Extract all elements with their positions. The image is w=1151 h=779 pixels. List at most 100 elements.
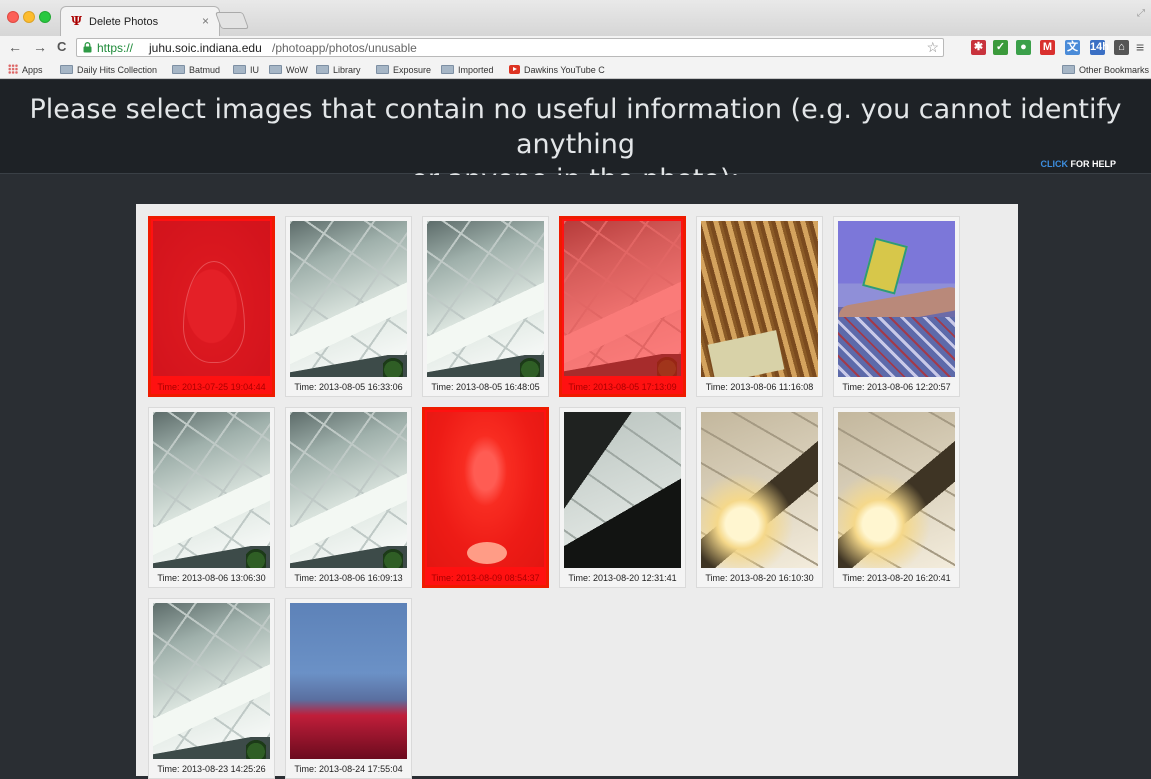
plant <box>383 544 403 568</box>
photo-grid-panel: Time: 2013-07-25 19:04:44 Time: 2013-08-0… <box>136 204 1018 779</box>
chrome-menu-icon[interactable]: ≡ <box>1136 38 1144 56</box>
photo-timestamp: Time: 2013-08-20 16:20:41 <box>842 573 951 583</box>
fullscreen-icon[interactable]: ⤢ <box>1137 8 1145 19</box>
page-header: Please select images that contain no use… <box>0 80 1151 195</box>
photo-thumbnail[interactable]: Time: 2013-08-06 12:20:57 <box>833 216 960 397</box>
bank-icon[interactable]: ⌂ <box>1114 40 1129 55</box>
photo-thumbnail[interactable]: Time: 2013-08-06 11:16:08 <box>696 216 823 397</box>
photo-thumbnail[interactable]: Time: 2013-08-09 08:54:37 <box>422 407 549 588</box>
photo-thumbnail[interactable]: Time: 2013-08-24 17:55:04 <box>285 598 412 779</box>
bookmark-batmud[interactable]: Batmud <box>172 63 220 77</box>
photo-image <box>153 221 270 376</box>
photo-timestamp: Time: 2013-08-06 12:20:57 <box>842 382 951 392</box>
paper <box>707 330 785 377</box>
plant <box>246 544 266 568</box>
bookmark-star-icon[interactable]: ☆ <box>926 39 939 56</box>
photo-timestamp: Time: 2013-08-24 17:55:04 <box>294 764 403 774</box>
photo-image <box>838 221 955 377</box>
back-button[interactable]: ← <box>8 38 22 56</box>
lock-icon <box>83 42 92 53</box>
window-close-button[interactable] <box>7 11 19 23</box>
photo-timestamp: Time: 2013-08-05 16:33:06 <box>294 382 403 392</box>
gmail-icon[interactable]: M <box>1040 40 1055 55</box>
url-path: /photoapp/photos/unusable <box>272 41 417 55</box>
url-host: juhu.soic.indiana.edu <box>149 41 262 55</box>
folder-icon <box>269 65 282 74</box>
photo-image <box>290 412 407 568</box>
photo-image <box>564 412 681 568</box>
photo-timestamp: Time: 2013-08-20 12:31:41 <box>568 573 677 583</box>
photo-thumbnail[interactable]: Time: 2013-08-06 13:06:30 <box>148 407 275 588</box>
bookmarks-bar: Apps Daily Hits Collection Batmud IU WoW… <box>0 60 1151 79</box>
photo-image <box>427 221 544 377</box>
bookmark-other-bookmarks[interactable]: Other Bookmarks <box>1062 63 1149 77</box>
photo-thumbnail[interactable]: Time: 2013-08-05 16:48:05 <box>422 216 549 397</box>
extension-icon-1[interactable]: ✱ <box>971 40 986 55</box>
bookmark-exposure[interactable]: Exposure <box>376 63 431 77</box>
photo-timestamp: Time: 2013-08-23 14:25:26 <box>157 764 266 774</box>
tablecloth <box>838 317 955 377</box>
bookmark-wow[interactable]: WoW <box>269 63 308 77</box>
photo-image <box>153 412 270 568</box>
window-maximize-button[interactable] <box>39 11 51 23</box>
plant <box>520 353 540 377</box>
folder-icon <box>1062 65 1075 74</box>
photo-thumbnail[interactable]: Time: 2013-08-20 16:20:41 <box>833 407 960 588</box>
photo-thumbnail[interactable]: Time: 2013-08-05 16:33:06 <box>285 216 412 397</box>
photo-timestamp: Time: 2013-08-06 13:06:30 <box>157 573 266 583</box>
help-rest-label: FOR HELP <box>1067 159 1116 169</box>
bookmark-apps[interactable]: Apps <box>8 63 43 77</box>
photo-image <box>290 221 407 377</box>
selection-overlay <box>564 221 681 376</box>
folder-icon <box>316 65 329 74</box>
help-link[interactable]: CLICK FOR HELP <box>1040 159 1116 169</box>
photo-timestamp: Time: 2013-08-09 08:54:37 <box>431 573 540 583</box>
photo-thumbnail[interactable]: Time: 2013-08-05 17:13:09 <box>559 216 686 397</box>
forward-button[interactable]: → <box>33 38 47 56</box>
photo-thumbnail[interactable]: Time: 2013-08-20 16:10:30 <box>696 407 823 588</box>
bookmark-iu[interactable]: IU <box>233 63 259 77</box>
photo-timestamp: Time: 2013-08-20 16:10:30 <box>705 573 814 583</box>
window-titlebar: Ψ Delete Photos × ⤢ <box>0 0 1151 36</box>
translate-icon[interactable]: 文 <box>1065 40 1080 55</box>
help-click-label: CLICK <box>1040 159 1068 169</box>
photo-timestamp: Time: 2013-08-05 16:48:05 <box>431 382 540 392</box>
bookmark-imported[interactable]: Imported <box>441 63 494 77</box>
photo-thumbnail[interactable]: Time: 2013-07-25 19:04:44 <box>148 216 275 397</box>
selection-overlay <box>427 412 544 567</box>
photo-timestamp: Time: 2013-08-06 16:09:13 <box>294 573 403 583</box>
folder-icon <box>233 65 246 74</box>
tab-title: Delete Photos <box>89 16 159 28</box>
photo-thumbnail[interactable]: Time: 2013-08-23 14:25:26 <box>148 598 275 779</box>
photo-image <box>701 221 818 377</box>
bookmark-library[interactable]: Library <box>316 63 361 77</box>
bookmark-dawkins-youtube[interactable]: Dawkins YouTube C <box>509 63 605 77</box>
tab-close-icon[interactable]: × <box>202 15 209 27</box>
photo-image <box>701 412 818 568</box>
photo-image <box>564 221 681 376</box>
selection-overlay <box>153 221 270 376</box>
photo-thumbnail[interactable]: Time: 2013-08-20 12:31:41 <box>559 407 686 588</box>
tab-delete-photos[interactable]: Ψ Delete Photos × <box>60 6 220 36</box>
photo-image <box>427 412 544 567</box>
folder-icon <box>60 65 73 74</box>
evernote-elephant-icon[interactable]: ● <box>1016 40 1031 55</box>
photo-image <box>290 603 407 759</box>
photo-thumbnail[interactable]: Time: 2013-08-06 16:09:13 <box>285 407 412 588</box>
bookmark-daily-hits[interactable]: Daily Hits Collection <box>60 63 157 77</box>
reload-button[interactable]: C <box>57 38 66 56</box>
address-bar[interactable]: https:// juhu.soic.indiana.edu /photoapp… <box>76 38 944 57</box>
browser-toolbar: ← → C https:// juhu.soic.indiana.edu /ph… <box>0 36 1151 60</box>
window-minimize-button[interactable] <box>23 11 35 23</box>
photo-timestamp: Time: 2013-08-05 17:13:09 <box>568 382 677 392</box>
apps-grid-icon <box>8 64 18 74</box>
plant <box>246 735 266 759</box>
prompt-line-1: Please select images that contain no use… <box>29 94 1122 160</box>
calendar-icon[interactable]: 14h <box>1090 40 1109 55</box>
youtube-icon <box>509 65 520 74</box>
folder-icon <box>172 65 185 74</box>
evernote-check-icon[interactable]: ✓ <box>993 40 1008 55</box>
photo-timestamp: Time: 2013-07-25 19:04:44 <box>157 382 266 392</box>
new-tab-button[interactable] <box>214 12 250 29</box>
url-scheme: https:// <box>97 41 134 55</box>
